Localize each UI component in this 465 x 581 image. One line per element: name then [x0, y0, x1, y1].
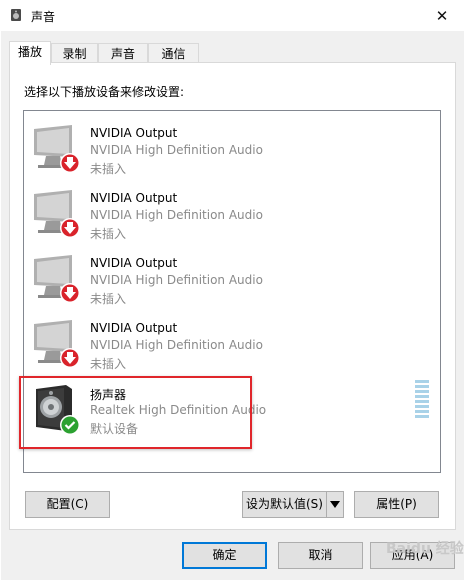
device-name: NVIDIA Output — [90, 256, 178, 270]
speaker-title-icon — [11, 9, 21, 21]
device-name: NVIDIA Output — [90, 321, 178, 335]
set-default-label: 设为默认值(S) — [246, 497, 323, 511]
monitor-icon — [34, 125, 80, 173]
tab-recording[interactable]: 录制 — [51, 43, 98, 64]
device-status: 未插入 — [90, 227, 127, 241]
set-default-button[interactable]: 设为默认值(S) — [242, 491, 327, 518]
watermark: Baidu 经验 — [386, 541, 464, 557]
annotation-highlight-box — [19, 376, 252, 449]
device-driver: NVIDIA High Definition Audio — [90, 208, 263, 222]
properties-button[interactable]: 属性(P) — [354, 491, 439, 518]
ok-button[interactable]: 确定 — [182, 542, 267, 569]
configure-button[interactable]: 配置(C) — [25, 491, 110, 518]
tab-label: 声音 — [110, 47, 135, 61]
device-name: NVIDIA Output — [90, 126, 178, 140]
device-name: NVIDIA Output — [90, 191, 178, 205]
close-button[interactable]: ✕ — [419, 0, 465, 31]
device-driver: NVIDIA High Definition Audio — [90, 143, 263, 157]
tab-playback[interactable]: 播放 — [9, 41, 51, 65]
window-title: 声音 — [31, 10, 56, 24]
title-bar: 声音 ✕ — [0, 0, 465, 31]
device-item[interactable]: NVIDIA Output NVIDIA High Definition Aud… — [24, 314, 424, 376]
tab-sounds[interactable]: 声音 — [98, 43, 148, 64]
instruction-text: 选择以下播放设备来修改设置: — [24, 85, 185, 99]
monitor-icon — [34, 320, 80, 368]
tab-label: 录制 — [62, 47, 87, 61]
device-driver: NVIDIA High Definition Audio — [90, 338, 263, 352]
device-status: 未插入 — [90, 292, 127, 306]
device-status: 未插入 — [90, 357, 127, 371]
monitor-icon — [34, 255, 80, 303]
unplugged-arrow-icon — [60, 153, 80, 173]
unplugged-arrow-icon — [60, 348, 80, 368]
unplugged-arrow-icon — [60, 283, 80, 303]
device-item[interactable]: NVIDIA Output NVIDIA High Definition Aud… — [24, 119, 424, 181]
dropdown-arrow-icon — [330, 501, 340, 508]
tab-communications[interactable]: 通信 — [148, 43, 199, 64]
monitor-icon — [34, 190, 80, 238]
tab-label: 通信 — [161, 47, 186, 61]
unplugged-arrow-icon — [60, 218, 80, 238]
set-default-dropdown-button[interactable] — [326, 491, 344, 518]
tab-label: 播放 — [17, 45, 42, 59]
device-item[interactable]: NVIDIA Output NVIDIA High Definition Aud… — [24, 249, 424, 311]
cancel-button[interactable]: 取消 — [278, 542, 363, 569]
device-driver: NVIDIA High Definition Audio — [90, 273, 263, 287]
device-item[interactable]: NVIDIA Output NVIDIA High Definition Aud… — [24, 184, 424, 246]
device-status: 未插入 — [90, 162, 127, 176]
volume-level-meter — [415, 380, 429, 418]
close-icon: ✕ — [435, 6, 449, 25]
